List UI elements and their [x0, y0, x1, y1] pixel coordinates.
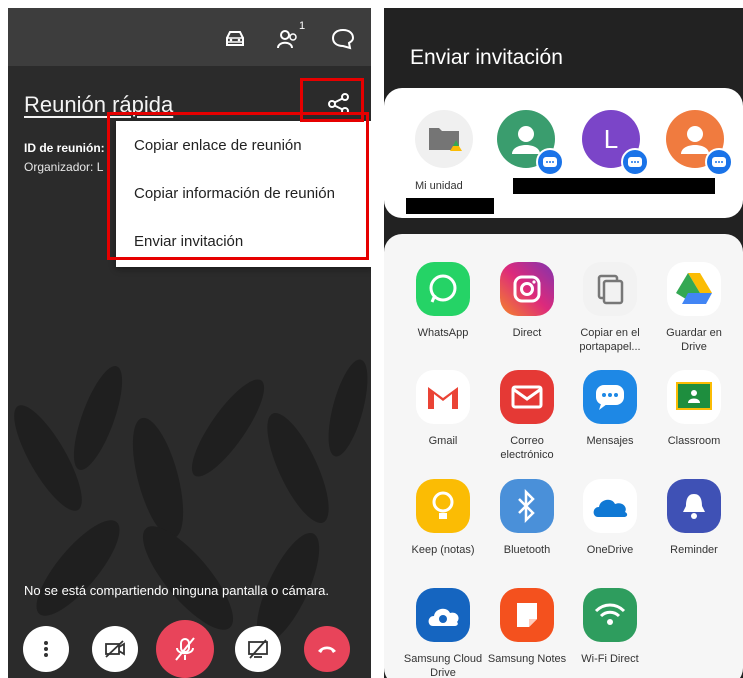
share-sheet: Enviar invitación L Mi unidad WhatsApp D… — [384, 8, 743, 678]
organizer-label: Organizador: L — [24, 160, 104, 174]
mail-icon — [500, 370, 554, 424]
messages-badge-icon — [536, 148, 564, 176]
notes-icon — [500, 588, 554, 642]
app-label: Guardar en Drive — [666, 327, 722, 353]
hang-up-icon — [318, 646, 336, 653]
app-reminder[interactable]: Reminder — [652, 479, 736, 557]
app-gmail[interactable]: Gmail — [401, 370, 485, 448]
app-samsung-notes[interactable]: Samsung Notes — [485, 588, 569, 666]
bluetooth-icon — [500, 479, 554, 533]
app-label: Direct — [512, 327, 542, 339]
contact-initial: L — [603, 124, 619, 154]
classroom-icon — [667, 370, 721, 424]
share-menu-highlight — [107, 112, 369, 260]
app-classroom[interactable]: Classroom — [652, 370, 736, 448]
onedrive-icon — [583, 479, 637, 533]
app-keep[interactable]: Keep (notas) — [401, 479, 485, 557]
messages-badge-icon — [705, 148, 733, 176]
app-label: Mensajes — [586, 435, 634, 447]
camera-toggle-button[interactable] — [92, 626, 138, 672]
top-bar: 1 — [8, 8, 371, 66]
microphone-toggle-button[interactable] — [156, 620, 214, 678]
instagram-icon — [500, 262, 554, 316]
redacted-account — [406, 198, 494, 214]
app-label: Samsung Notes — [487, 653, 567, 665]
messages-icon — [583, 370, 637, 424]
app-grid: WhatsApp Direct Copiar en el portapapel.… — [384, 234, 743, 678]
contact-mi-unidad[interactable] — [415, 110, 473, 168]
app-label: Samsung Cloud Drive — [403, 653, 483, 678]
app-copy-clipboard[interactable]: Copiar en el portapapel... — [568, 262, 652, 354]
gmail-icon — [416, 370, 470, 424]
app-samsung-cloud-drive[interactable]: Samsung Cloud Drive — [401, 588, 485, 678]
redacted-names — [513, 178, 715, 194]
keep-icon — [416, 479, 470, 533]
wifi-direct-icon — [583, 588, 637, 642]
participant-count: 1 — [299, 20, 306, 32]
app-label: Classroom — [667, 435, 721, 447]
sharing-status: No se está compartiendo ninguna pantalla… — [24, 583, 329, 598]
app-messages[interactable]: Mensajes — [568, 370, 652, 448]
contact-label-mi-unidad: Mi unidad — [415, 180, 463, 192]
direct-share-row: L Mi unidad — [384, 88, 743, 218]
leave-call-button[interactable] — [304, 626, 350, 672]
app-direct[interactable]: Direct — [485, 262, 569, 340]
app-label: Reminder — [670, 544, 718, 556]
cloud-drive-icon — [416, 588, 470, 642]
app-label: Wi-Fi Direct — [581, 653, 639, 665]
share-sheet-title: Enviar invitación — [410, 46, 563, 69]
app-onedrive[interactable]: OneDrive — [568, 479, 652, 557]
bell-icon — [667, 479, 721, 533]
screen-share-toggle-button[interactable] — [235, 626, 281, 672]
app-label: Keep (notas) — [411, 544, 475, 556]
copy-icon — [583, 262, 637, 316]
app-label: Gmail — [428, 435, 458, 447]
more-vert-icon — [44, 641, 48, 657]
chat-icon[interactable] — [330, 26, 356, 52]
meeting-id-label: ID de reunión: — [24, 141, 105, 155]
video-off-icon — [105, 640, 125, 658]
app-label: Copiar en el portapapel... — [579, 327, 641, 353]
drive-folder-icon — [429, 128, 462, 151]
more-options-button[interactable] — [23, 626, 69, 672]
drive-icon — [667, 262, 721, 316]
app-whatsapp[interactable]: WhatsApp — [401, 262, 485, 340]
app-label: WhatsApp — [417, 327, 469, 339]
app-wifi-direct[interactable]: Wi-Fi Direct — [568, 588, 652, 666]
app-bluetooth[interactable]: Bluetooth — [485, 479, 569, 557]
app-save-drive[interactable]: Guardar en Drive — [652, 262, 736, 354]
app-email[interactable]: Correo electrónico — [485, 370, 569, 462]
messages-badge-icon — [621, 148, 649, 176]
screen-share-off-icon — [248, 639, 268, 659]
car-icon[interactable] — [222, 26, 248, 52]
app-label: Bluetooth — [503, 544, 551, 556]
app-label: OneDrive — [586, 544, 634, 556]
app-label: Correo electrónico — [500, 435, 554, 461]
whatsapp-icon — [416, 262, 470, 316]
mic-off-icon — [175, 637, 195, 661]
